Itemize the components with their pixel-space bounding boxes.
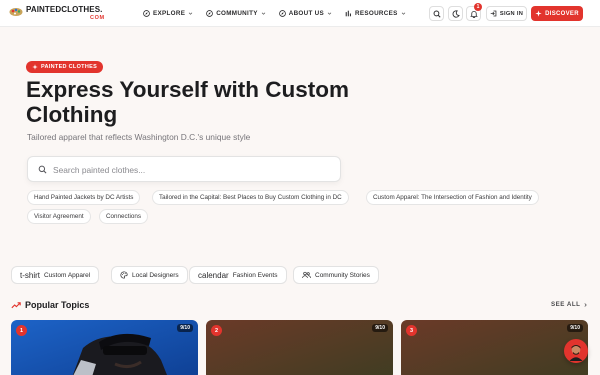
brand-tld: COM bbox=[90, 15, 105, 21]
nav-about-us-label: ABOUT US bbox=[288, 10, 325, 17]
search-button[interactable] bbox=[429, 6, 444, 21]
topic-score-badge: 9/10 bbox=[567, 324, 583, 332]
trending-up-icon bbox=[11, 302, 21, 309]
paint-brush-logo-icon bbox=[9, 8, 23, 16]
topic-card-image bbox=[206, 320, 393, 375]
notification-count-badge: 1 bbox=[474, 3, 482, 11]
category-local-designers[interactable]: Local Designers bbox=[111, 266, 188, 284]
compass-icon bbox=[206, 10, 214, 17]
brand-name: PAINTEDCLOTHES. bbox=[26, 5, 103, 14]
topic-rank-badge: 2 bbox=[211, 325, 222, 336]
topic-score-badge: 9/10 bbox=[177, 324, 193, 332]
category-fashion-events[interactable]: calendar Fashion Events bbox=[189, 266, 287, 284]
category-label: Local Designers bbox=[132, 271, 179, 279]
nav-explore-label: EXPLORE bbox=[153, 10, 186, 17]
nav-resources[interactable]: RESOURCES bbox=[345, 10, 406, 17]
palette-icon bbox=[120, 271, 128, 279]
nav-community[interactable]: COMMUNITY bbox=[206, 10, 266, 17]
discover-button[interactable]: DISCOVER bbox=[531, 6, 583, 21]
t-shirt-icon: t-shirt bbox=[20, 270, 40, 280]
topic-card[interactable]: 1 9/10 bbox=[11, 320, 198, 375]
popular-topics-title: Popular Topics bbox=[25, 300, 90, 310]
compass-icon bbox=[143, 10, 150, 17]
sparkle-icon bbox=[535, 10, 542, 17]
nav-explore[interactable]: EXPLORE bbox=[143, 10, 193, 17]
chevron-down-icon bbox=[261, 12, 265, 15]
topic-rank-badge: 1 bbox=[16, 325, 27, 336]
chevron-right-icon bbox=[584, 302, 588, 307]
category-label: Community Stories bbox=[315, 271, 370, 279]
hero-title: Express Yourself with Custom Clothing bbox=[26, 77, 349, 127]
topic-rank-badge: 3 bbox=[406, 325, 417, 336]
see-all-label: SEE ALL bbox=[551, 301, 581, 308]
top-navbar: PAINTEDCLOTHES. COM EXPLORE COMMUNITY AB… bbox=[0, 0, 600, 27]
popular-topics-heading: Popular Topics bbox=[11, 300, 89, 310]
suggestion-chip[interactable]: Connections bbox=[99, 209, 149, 224]
topic-score-badge: 9/10 bbox=[372, 324, 388, 332]
search-icon bbox=[38, 165, 47, 174]
search-bar bbox=[27, 156, 341, 182]
category-community-stories[interactable]: Community Stories bbox=[293, 266, 379, 284]
hero-tag-label: PAINTED CLOTHES bbox=[41, 64, 98, 70]
chevron-down-icon bbox=[327, 12, 332, 15]
moon-icon bbox=[452, 9, 460, 18]
suggestion-chip[interactable]: Tailored in the Capital: Best Places to … bbox=[152, 190, 349, 205]
sign-in-label: SIGN IN bbox=[499, 10, 524, 17]
chat-assistant-button[interactable] bbox=[564, 339, 588, 363]
nav-resources-label: RESOURCES bbox=[355, 10, 398, 17]
topic-card[interactable]: 2 9/10 bbox=[206, 320, 393, 375]
search-icon bbox=[433, 10, 441, 18]
chevron-down-icon bbox=[188, 12, 193, 15]
sign-in-icon bbox=[490, 10, 497, 17]
compass-icon bbox=[278, 10, 286, 17]
theme-toggle-button[interactable] bbox=[448, 6, 463, 21]
users-icon bbox=[302, 271, 311, 279]
chevron-down-icon bbox=[401, 12, 405, 15]
category-label: Fashion Events bbox=[232, 271, 278, 279]
nav-community-label: COMMUNITY bbox=[216, 10, 258, 17]
sparkle-icon bbox=[32, 64, 38, 70]
suggestion-chip[interactable]: Visitor Agreement bbox=[27, 209, 91, 224]
category-label: Custom Apparel bbox=[44, 271, 91, 279]
suggestion-chip[interactable]: Custom Apparel: The Intersection of Fash… bbox=[366, 190, 539, 205]
assistant-avatar-icon bbox=[569, 345, 583, 361]
discover-label: DISCOVER bbox=[545, 10, 579, 17]
suggestion-chip[interactable]: Hand Painted Jackets by DC Artists bbox=[27, 190, 141, 205]
topic-card-image bbox=[401, 320, 588, 375]
topic-card-image bbox=[11, 320, 198, 375]
see-all-link[interactable]: SEE ALL bbox=[551, 301, 588, 308]
hero-subtitle: Tailored apparel that reflects Washingto… bbox=[27, 132, 251, 142]
topic-card[interactable]: 3 9/10 bbox=[401, 320, 588, 375]
calendar-icon: calendar bbox=[198, 270, 229, 280]
hero-category-tag: PAINTED CLOTHES bbox=[26, 61, 104, 73]
main-nav: EXPLORE COMMUNITY ABOUT US RESOURCES bbox=[143, 0, 406, 27]
search-input[interactable] bbox=[53, 162, 333, 177]
category-custom-apparel[interactable]: t-shirt Custom Apparel bbox=[11, 266, 100, 284]
bars-icon bbox=[345, 10, 351, 17]
sign-in-button[interactable]: SIGN IN bbox=[486, 6, 527, 21]
nav-about-us[interactable]: ABOUT US bbox=[278, 10, 332, 17]
